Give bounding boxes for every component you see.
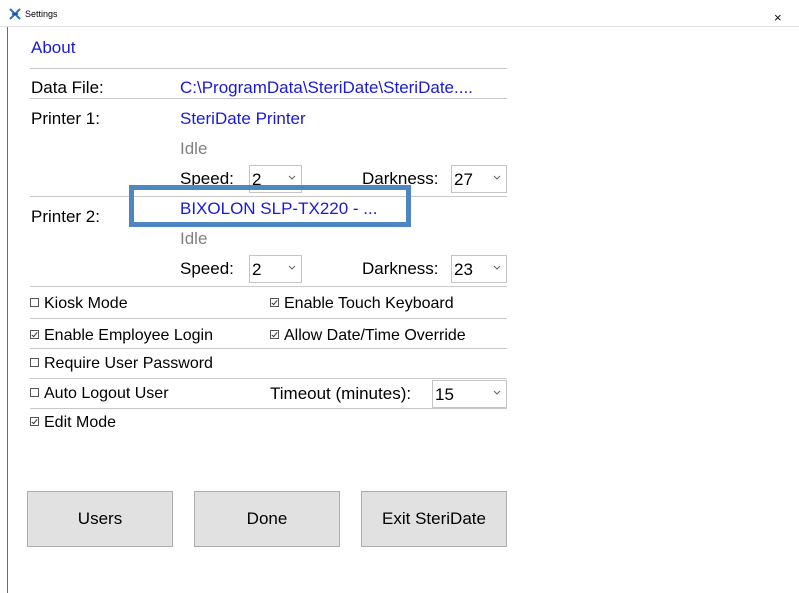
title-bar: Settings × [0,0,799,27]
checkbox-box [270,298,279,307]
chevron-down-icon [493,265,501,270]
users-button[interactable]: Users [27,491,173,547]
printer2-darkness-label: Darkness: [362,259,439,278]
enable-employee-login-label: Enable Employee Login [44,327,214,344]
edit-mode-checkbox[interactable]: Edit Mode [30,413,116,433]
printer1-status: Idle [180,139,208,158]
printer2-darkness-value: 23 [454,260,473,279]
window-title: Settings [25,9,58,19]
printer1-darkness-select[interactable]: 27 [451,165,507,193]
kiosk-mode-label: Kiosk Mode [44,295,128,312]
printer1-name-link[interactable]: SteriDate Printer [180,109,306,129]
checkbox-box [30,417,39,426]
printer2-darkness-select[interactable]: 23 [451,255,507,283]
divider [30,378,507,379]
edit-mode-label: Edit Mode [44,414,117,431]
require-user-password-checkbox[interactable]: Require User Password [30,354,213,374]
printer2-status: Idle [180,229,208,248]
checkbox-box [30,330,39,339]
data-file-path-link[interactable]: C:\ProgramData\SteriDate\SteriDate.... [180,78,473,98]
kiosk-mode-checkbox[interactable]: Kiosk Mode [30,294,128,314]
checkbox-box [30,358,39,367]
selection-highlight [129,185,411,227]
printer2-speed-select[interactable]: 2 [249,255,302,283]
enable-employee-login-checkbox[interactable]: Enable Employee Login [30,326,213,346]
divider [30,408,507,409]
allow-datetime-override-checkbox[interactable]: Allow Date/Time Override [270,326,466,346]
checkbox-box [30,298,39,307]
timeout-value: 15 [435,385,454,404]
auto-logout-user-label: Auto Logout User [44,385,169,402]
enable-touch-keyboard-checkbox[interactable]: Enable Touch Keyboard [270,294,454,314]
printer2-label: Printer 2: [31,207,100,226]
chevron-down-icon [288,175,296,180]
divider [30,348,507,349]
printer2-speed-label: Speed: [180,259,234,278]
printer1-darkness-value: 27 [454,170,473,189]
divider [30,318,507,319]
chevron-down-icon [493,175,501,180]
about-link[interactable]: About [31,38,75,58]
timeout-select[interactable]: 15 [432,380,507,408]
steridate-app-icon [9,8,21,20]
require-user-password-label: Require User Password [44,355,213,372]
printer2-speed-value: 2 [252,260,262,279]
divider [30,286,507,287]
done-button[interactable]: Done [194,491,340,547]
checkbox-box [270,330,279,339]
enable-touch-keyboard-label: Enable Touch Keyboard [284,295,454,312]
data-file-label: Data File: [31,78,104,97]
checkbox-box [30,388,39,397]
divider [30,68,507,69]
settings-window: Settings × About Data File: C:\ProgramDa… [0,0,799,593]
auto-logout-user-checkbox[interactable]: Auto Logout User [30,384,169,404]
exit-steridate-button[interactable]: Exit SteriDate [361,491,507,547]
printer1-label: Printer 1: [31,109,100,128]
close-icon[interactable]: × [774,11,782,24]
chevron-down-icon [493,390,501,395]
timeout-label: Timeout (minutes): [270,384,412,403]
allow-datetime-override-label: Allow Date/Time Override [284,327,466,344]
chevron-down-icon [288,265,296,270]
divider [30,98,507,99]
